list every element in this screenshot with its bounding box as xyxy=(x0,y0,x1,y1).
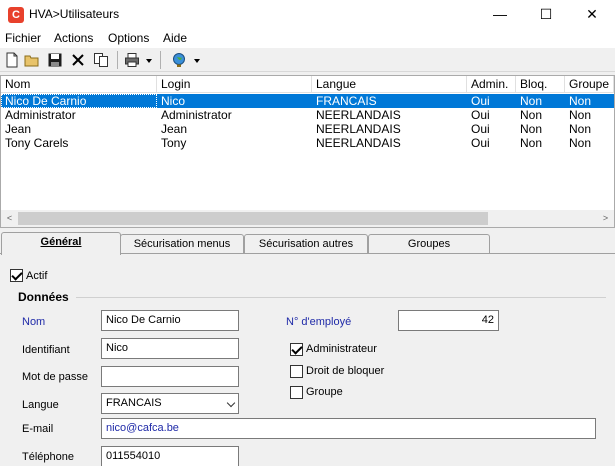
scrollbar-thumb[interactable] xyxy=(18,212,488,225)
open-folder-icon[interactable] xyxy=(24,52,40,68)
column-header-groupe[interactable]: Groupe xyxy=(565,76,614,93)
cell-admin: Oui xyxy=(471,94,490,108)
delete-icon[interactable] xyxy=(70,52,86,68)
cell-langue: NEERLANDAIS xyxy=(316,108,401,122)
new-document-icon[interactable] xyxy=(4,52,20,68)
administrateur-checkbox[interactable] xyxy=(290,343,303,356)
administrateur-label: Administrateur xyxy=(306,343,377,355)
cell-bloq: Non xyxy=(520,108,543,122)
cell-login: Nico xyxy=(161,94,186,108)
cell-admin: Oui xyxy=(471,108,490,122)
app-logo-icon: C xyxy=(8,7,24,23)
horizontal-scrollbar[interactable]: < > xyxy=(1,210,614,227)
email-field[interactable]: nico@cafca.be xyxy=(101,418,596,439)
identifiant-field[interactable]: Nico xyxy=(101,338,239,359)
menu-actions[interactable]: Actions xyxy=(54,31,93,45)
menu-options[interactable]: Options xyxy=(108,31,149,45)
column-header-admin[interactable]: Admin. xyxy=(467,76,516,93)
users-list[interactable]: Nom Login Langue Admin. Bloq. Groupe Nic… xyxy=(0,75,615,228)
cell-login: Administrator xyxy=(161,108,232,122)
cell-groupe: Non xyxy=(569,108,592,122)
menu-fichier[interactable]: Fichier xyxy=(5,31,41,45)
langue-selected-value: FRANCAIS xyxy=(106,397,162,409)
donnees-group-title: Données xyxy=(18,290,69,304)
telephone-label: Téléphone xyxy=(22,451,74,463)
menu-bar: Fichier Actions Options Aide xyxy=(0,29,615,48)
actif-checkbox[interactable] xyxy=(10,269,23,282)
menu-aide[interactable]: Aide xyxy=(163,31,187,45)
groupe-label: Groupe xyxy=(306,386,343,398)
save-icon[interactable] xyxy=(47,52,63,68)
cell-groupe: Non xyxy=(569,122,592,136)
table-row[interactable]: Nico De Carnio Nico FRANCAIS Oui Non Non xyxy=(1,94,614,108)
scroll-left-icon[interactable]: < xyxy=(1,210,18,227)
tab-groupes[interactable]: Groupes xyxy=(368,234,490,254)
print-dropdown-caret-icon[interactable] xyxy=(146,59,152,63)
cell-groupe: Non xyxy=(569,94,592,108)
maximize-button[interactable]: ☐ xyxy=(523,0,569,29)
minimize-button[interactable]: — xyxy=(477,0,523,29)
copy-icon[interactable] xyxy=(93,52,109,68)
table-row[interactable]: Administrator Administrator NEERLANDAIS … xyxy=(1,108,614,122)
tab-securisation-menus[interactable]: Sécurisation menus xyxy=(120,234,244,254)
cell-langue: FRANCAIS xyxy=(316,94,377,108)
print-icon[interactable] xyxy=(124,52,140,68)
column-header-login[interactable]: Login xyxy=(157,76,312,93)
column-header-nom[interactable]: Nom xyxy=(1,76,157,93)
table-row[interactable]: Jean Jean NEERLANDAIS Oui Non Non xyxy=(1,122,614,136)
tab-strip: Général Sécurisation menus Sécurisation … xyxy=(0,232,615,255)
cell-langue: NEERLANDAIS xyxy=(316,136,401,150)
chevron-down-icon xyxy=(226,398,236,408)
cell-nom: Tony Carels xyxy=(5,136,69,150)
email-label: E-mail xyxy=(22,423,54,435)
cell-nom: Nico De Carnio xyxy=(1,94,157,108)
employe-label: N° d'employé xyxy=(286,316,352,328)
close-button[interactable]: ✕ xyxy=(569,0,615,29)
mot-de-passe-label: Mot de passe xyxy=(22,371,89,383)
cell-langue: NEERLANDAIS xyxy=(316,122,401,136)
toolbar-separator xyxy=(160,51,161,69)
actif-label: Actif xyxy=(26,270,48,282)
telephone-field[interactable]: 011554010 xyxy=(101,446,239,466)
droit-bloquer-checkbox[interactable] xyxy=(290,365,303,378)
cell-bloq: Non xyxy=(520,94,543,108)
group-divider xyxy=(76,297,606,298)
toolbar xyxy=(0,48,615,72)
column-header-bloq[interactable]: Bloq. xyxy=(516,76,565,93)
groupe-checkbox[interactable] xyxy=(290,386,303,399)
tab-general[interactable]: Général xyxy=(1,232,121,255)
cell-bloq: Non xyxy=(520,122,543,136)
list-header: Nom Login Langue Admin. Bloq. Groupe xyxy=(1,76,614,93)
droit-bloquer-label: Droit de bloquer xyxy=(306,365,385,377)
cell-nom: Jean xyxy=(5,122,32,136)
password-field[interactable] xyxy=(101,366,239,387)
cell-login: Jean xyxy=(161,122,188,136)
tab-securisation-autres[interactable]: Sécurisation autres xyxy=(244,234,368,254)
title-bar: C HVA>Utilisateurs — ☐ ✕ xyxy=(0,0,615,29)
nom-label: Nom xyxy=(22,316,46,328)
cell-login: Tony xyxy=(161,136,187,150)
tab-panel-general: Actif Données Nom Nico De Carnio N° d'em… xyxy=(0,253,615,466)
column-header-langue[interactable]: Langue xyxy=(312,76,467,93)
identifiant-label: Identifiant xyxy=(22,344,70,356)
toolbar-separator xyxy=(117,51,118,69)
cell-admin: Oui xyxy=(471,136,490,150)
langue-label: Langue xyxy=(22,399,59,411)
scroll-right-icon[interactable]: > xyxy=(597,210,614,227)
language-dropdown-caret-icon[interactable] xyxy=(194,59,200,63)
langue-select[interactable]: FRANCAIS xyxy=(101,393,239,414)
table-row[interactable]: Tony Carels Tony NEERLANDAIS Oui Non Non xyxy=(1,136,614,150)
cell-admin: Oui xyxy=(471,122,490,136)
cell-bloq: Non xyxy=(520,136,543,150)
window-title: HVA>Utilisateurs xyxy=(29,7,120,21)
employe-number-field[interactable]: 42 xyxy=(398,310,499,331)
cell-groupe: Non xyxy=(569,136,592,150)
cell-nom: Administrator xyxy=(5,108,76,122)
globe-icon[interactable] xyxy=(171,52,187,68)
nom-field[interactable]: Nico De Carnio xyxy=(101,310,239,331)
